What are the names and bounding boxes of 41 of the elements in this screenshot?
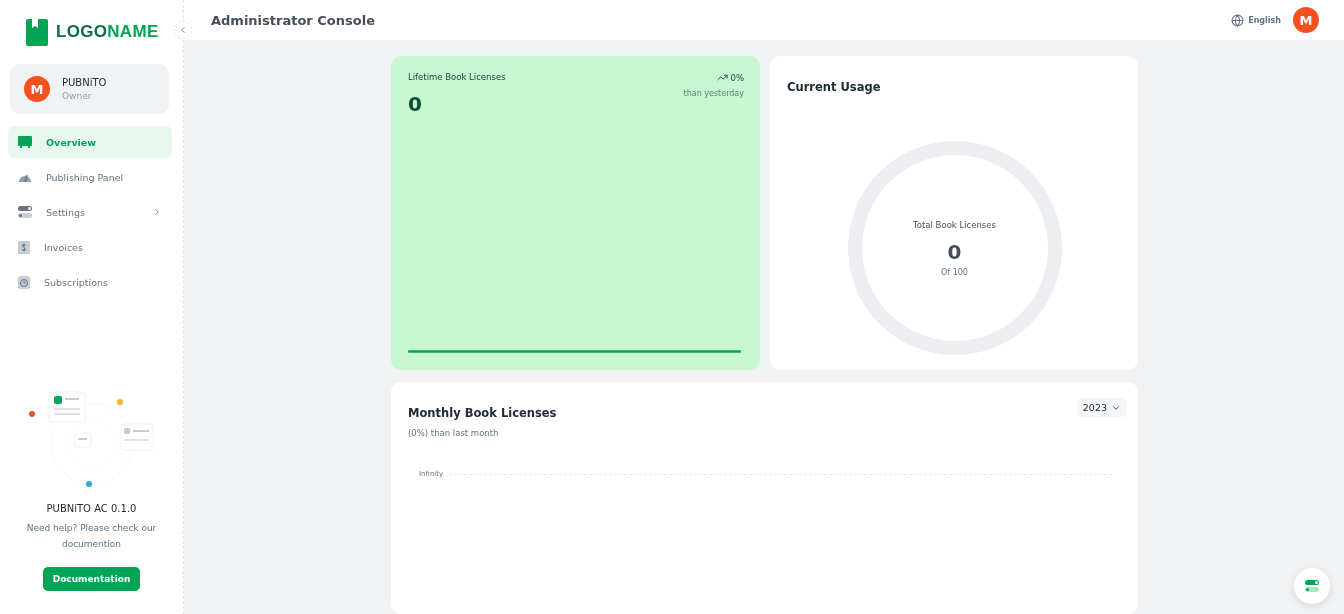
user-avatar: M [24, 76, 50, 102]
globe-icon [1231, 13, 1245, 27]
card-title: Monthly Book Licenses [408, 406, 557, 420]
nav-item[interactable]: Settings [8, 196, 172, 228]
card-title: Lifetime Book Licenses [408, 72, 506, 83]
version-text: PUBNiTO AC 0.1.0 [46, 503, 137, 514]
nav-label: Overview [46, 136, 98, 148]
nav-label: Subscriptions [44, 276, 109, 288]
lifetime-value: 0 [408, 92, 422, 116]
nav-item[interactable]: Publishing Panel [8, 161, 172, 193]
invoice-icon [18, 240, 30, 254]
language-button[interactable]: English [1231, 13, 1281, 27]
chevron-left-icon [178, 25, 188, 35]
trend-note: than yesterday [682, 89, 744, 98]
year-select[interactable]: 2023 [1076, 398, 1127, 417]
logo-text: LOGONAME [56, 22, 159, 42]
trend-up-icon [716, 72, 728, 83]
nav-item[interactable]: Subscriptions [8, 266, 172, 298]
ring-total: Of 100 [941, 267, 968, 277]
clock-icon [18, 275, 30, 289]
toggle-icon [1305, 580, 1319, 592]
nav-item[interactable]: Invoices [8, 231, 172, 263]
user-name: PUBNiTO [62, 77, 107, 88]
ring-label: Total Book Licenses [913, 219, 996, 230]
toggle-icon [18, 206, 32, 218]
user-role: Owner [62, 91, 93, 101]
monitor-icon [18, 136, 32, 148]
card-subtitle: (0%) than last month [408, 428, 500, 438]
ring-value: 0 [947, 239, 962, 264]
nav-label: Invoices [44, 241, 84, 253]
documentation-button[interactable]: Documentation [42, 567, 141, 591]
page-title: Administrator Console [211, 12, 376, 28]
trend-value: 0% [716, 72, 744, 83]
help-text: Need help? Please check our documention [25, 522, 158, 551]
book-icon [26, 18, 48, 46]
nav-label: Publishing Panel [46, 171, 125, 183]
user-avatar[interactable]: M [1293, 7, 1319, 33]
nav-label: Settings [46, 206, 86, 218]
settings-button[interactable] [1294, 568, 1330, 604]
card-title: Current Usage [787, 80, 882, 94]
nav-item[interactable]: Overview [8, 126, 172, 158]
